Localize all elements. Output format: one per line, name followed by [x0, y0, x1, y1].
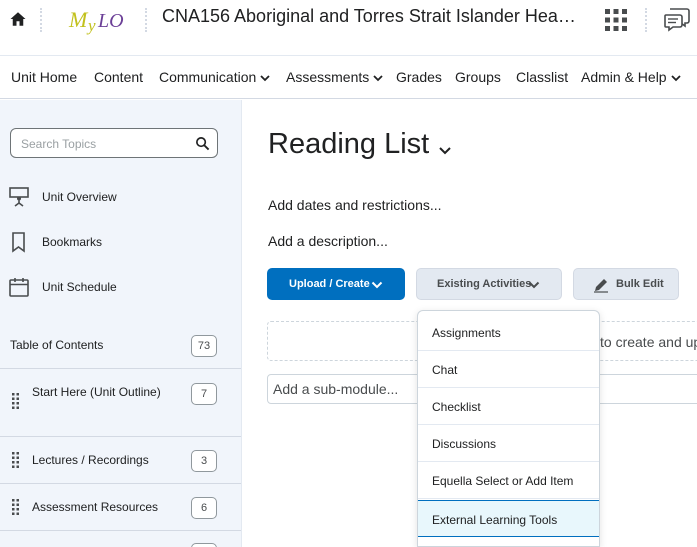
- bookmark-icon: [12, 232, 25, 253]
- nav-content[interactable]: Content: [94, 69, 143, 85]
- toc-count-badge: 73: [191, 335, 217, 357]
- menu-item-checklist[interactable]: Checklist: [418, 388, 599, 425]
- chevron-down-icon[interactable]: [438, 145, 452, 157]
- mylo-logo[interactable]: M y LO: [66, 4, 126, 36]
- module-assessment-resources[interactable]: Assessment Resources 6: [0, 483, 241, 530]
- search-topics-box: [10, 128, 218, 158]
- existing-activities-button[interactable]: Existing Activities: [416, 268, 562, 300]
- dropzone-text: to create and up: [600, 334, 697, 350]
- module-label: Start Here (Unit Outline): [32, 385, 161, 399]
- module-count-badge: 3: [191, 450, 217, 472]
- page-title: Reading List: [268, 128, 430, 160]
- nav-classlist[interactable]: Classlist: [516, 69, 568, 85]
- messages-icon[interactable]: [664, 6, 690, 32]
- sidebar-unit-schedule[interactable]: Unit Schedule: [8, 275, 233, 301]
- module-count-badge: 7: [191, 383, 217, 405]
- search-topics-input[interactable]: [21, 135, 191, 153]
- nav-groups[interactable]: Groups: [455, 69, 501, 85]
- calendar-icon: [9, 278, 29, 297]
- button-label: Upload / Create: [289, 278, 370, 290]
- nav-assessments[interactable]: Assessments: [286, 69, 383, 85]
- nav-grades[interactable]: Grades: [396, 69, 442, 85]
- chevron-down-icon: [260, 75, 270, 82]
- menu-item-discussions[interactable]: Discussions: [418, 425, 599, 462]
- add-description-link[interactable]: Add a description...: [268, 233, 388, 249]
- bulk-edit-button[interactable]: Bulk Edit: [573, 268, 679, 300]
- chevron-down-icon: [371, 281, 383, 289]
- chevron-down-icon: [528, 281, 540, 289]
- drag-handle-icon[interactable]: [12, 499, 20, 515]
- home-icon[interactable]: [9, 10, 27, 28]
- header-divider: [40, 8, 42, 32]
- presentation-icon: [9, 187, 29, 207]
- chevron-down-icon: [670, 75, 681, 82]
- header-divider: [145, 8, 147, 32]
- menu-item-chat[interactable]: Chat: [418, 351, 599, 388]
- nav-unit-home[interactable]: Unit Home: [11, 69, 77, 85]
- nav-admin-help[interactable]: Admin & Help: [581, 69, 681, 85]
- course-title[interactable]: CNA156 Aboriginal and Torres Strait Isla…: [162, 6, 580, 27]
- nav-communication[interactable]: Communication: [159, 69, 270, 85]
- drag-handle-icon[interactable]: [12, 393, 20, 409]
- sidebar-bookmarks[interactable]: Bookmarks: [8, 230, 233, 256]
- header-divider: [645, 8, 647, 32]
- module-start-here[interactable]: Start Here (Unit Outline) 7: [0, 368, 241, 436]
- menu-item-equella[interactable]: Equella Select or Add Item: [418, 462, 599, 499]
- module-lectures-recordings[interactable]: Lectures / Recordings 3: [0, 436, 241, 483]
- sidebar-unit-overview[interactable]: Unit Overview: [8, 185, 233, 211]
- table-of-contents-link[interactable]: Table of Contents: [10, 338, 103, 352]
- button-label: Existing Activities: [437, 278, 532, 290]
- pencil-icon: [594, 279, 608, 293]
- svg-text:M: M: [68, 7, 89, 32]
- sidebar-link-label: Unit Overview: [42, 190, 117, 204]
- svg-text:y: y: [86, 16, 96, 35]
- menu-item-assignments[interactable]: Assignments: [418, 314, 599, 351]
- upload-create-button[interactable]: Upload / Create: [267, 268, 405, 300]
- module-count-badge: [191, 543, 217, 547]
- button-label: Bulk Edit: [616, 278, 664, 290]
- sidebar-link-label: Bookmarks: [42, 235, 103, 249]
- sub-module-placeholder: Add a sub-module...: [273, 381, 399, 397]
- module-count-badge: 6: [191, 497, 217, 519]
- menu-item-external-learning-tools[interactable]: External Learning Tools: [418, 500, 599, 537]
- existing-activities-menu: Assignments Chat Checklist Discussions E…: [417, 310, 600, 547]
- svg-text:LO: LO: [97, 10, 124, 32]
- sidebar-link-label: Unit Schedule: [42, 280, 117, 294]
- search-icon[interactable]: [195, 136, 210, 151]
- module-label: Assessment Resources: [32, 500, 159, 514]
- module-label: Lectures / Recordings: [32, 453, 149, 467]
- unit-navbar: Unit Home Content Communication Assessme…: [0, 57, 697, 99]
- drag-handle-icon[interactable]: [12, 452, 20, 468]
- top-header: M y LO CNA156 Aboriginal and Torres Stra…: [0, 0, 697, 56]
- chevron-down-icon: [373, 75, 383, 82]
- module-next-partial[interactable]: [0, 530, 241, 547]
- add-dates-restrictions-link[interactable]: Add dates and restrictions...: [268, 197, 442, 213]
- content-sidebar: Unit Overview Bookmarks Unit Schedule Ta…: [0, 100, 242, 547]
- apps-grid-icon[interactable]: [604, 8, 628, 32]
